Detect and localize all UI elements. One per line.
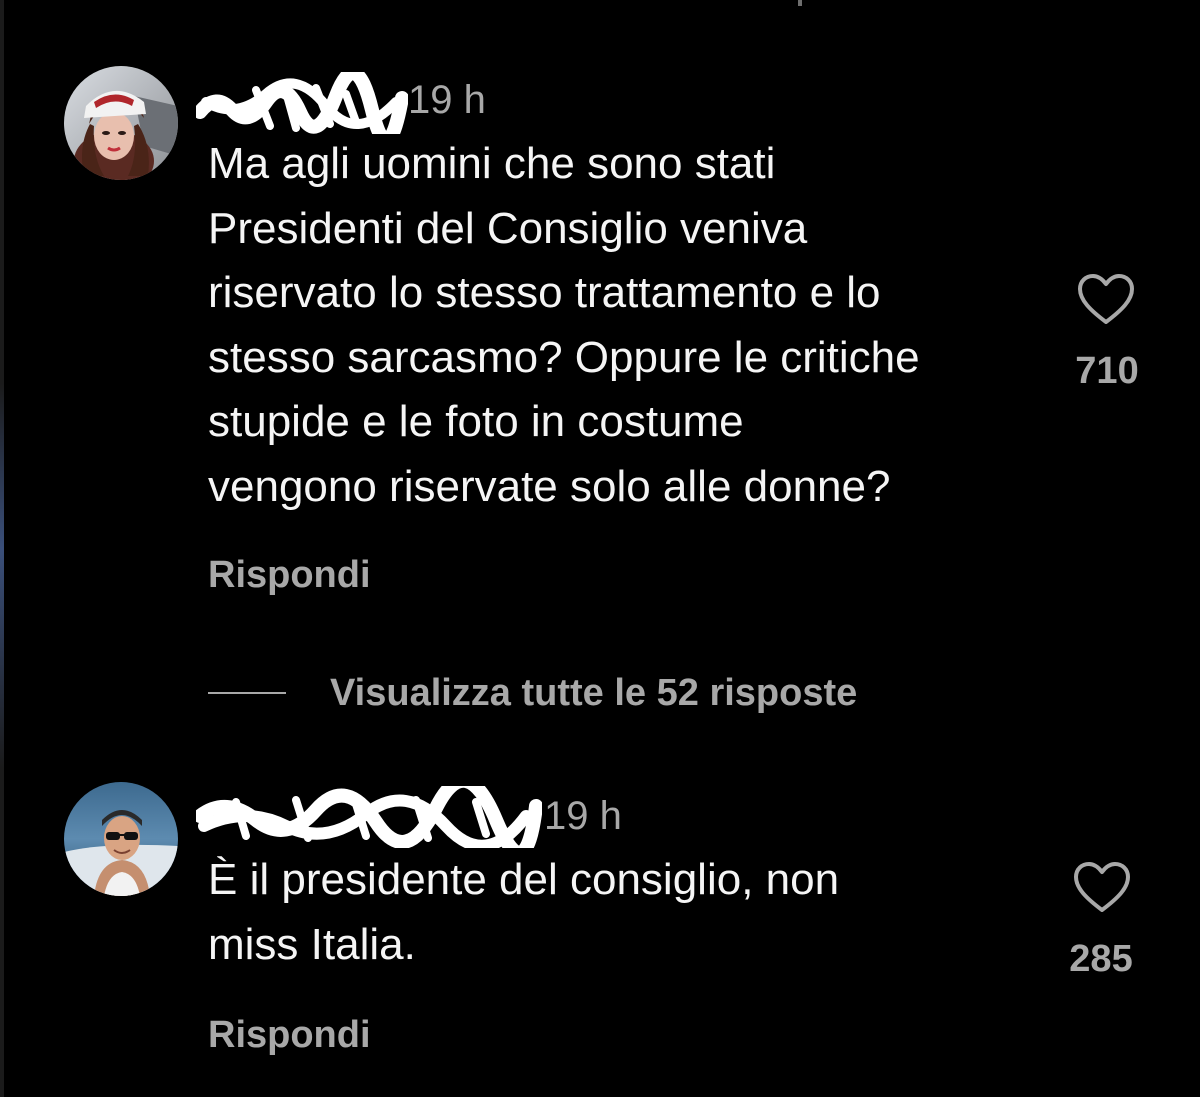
- view-all-replies-button[interactable]: Visualizza tutte le 52 risposte: [208, 674, 857, 712]
- reply-button[interactable]: Rispondi: [208, 556, 371, 594]
- avatar-photo: [64, 782, 178, 896]
- comment-line: Presidenti del Consiglio veniva: [208, 203, 808, 253]
- view-replies-label: Visualizza tutte le 52 risposte: [330, 672, 858, 714]
- comment-line: vengono riservate solo alle donne?: [208, 461, 891, 511]
- username-redacted[interactable]: [196, 786, 542, 848]
- reply-button[interactable]: Rispondi: [208, 1016, 371, 1054]
- comment-line: stesso sarcasmo? Oppure le critiche: [208, 332, 920, 382]
- avatar[interactable]: [64, 782, 178, 896]
- comment-timestamp: 19 h: [544, 794, 622, 838]
- comment-line: stupide e le foto in costume: [208, 397, 744, 446]
- scroll-indicator: [798, 0, 802, 6]
- heart-outline-icon[interactable]: [1076, 272, 1136, 326]
- comment-line: riservato lo stesso trattamento e lo: [208, 268, 881, 317]
- like-count: 285: [1069, 938, 1133, 980]
- comment-body: Ma agli uomini che sono stati Presidenti…: [208, 132, 920, 519]
- heart-outline-icon[interactable]: [1072, 860, 1132, 914]
- avatar-photo: [64, 66, 178, 180]
- comment-body: È il presidente del consiglio, non miss …: [208, 848, 839, 977]
- avatar[interactable]: [64, 66, 178, 180]
- username-redacted[interactable]: [196, 72, 408, 134]
- divider-line: [208, 692, 286, 694]
- like-count: 710: [1075, 350, 1139, 392]
- comment-line: miss Italia.: [208, 919, 416, 969]
- comment-line: Ma agli uomini che sono stati: [208, 139, 776, 188]
- comment-timestamp: 19 h: [408, 78, 486, 122]
- comment-line: È il presidente del consiglio, non: [208, 855, 840, 904]
- window-edge: [0, 0, 4, 1097]
